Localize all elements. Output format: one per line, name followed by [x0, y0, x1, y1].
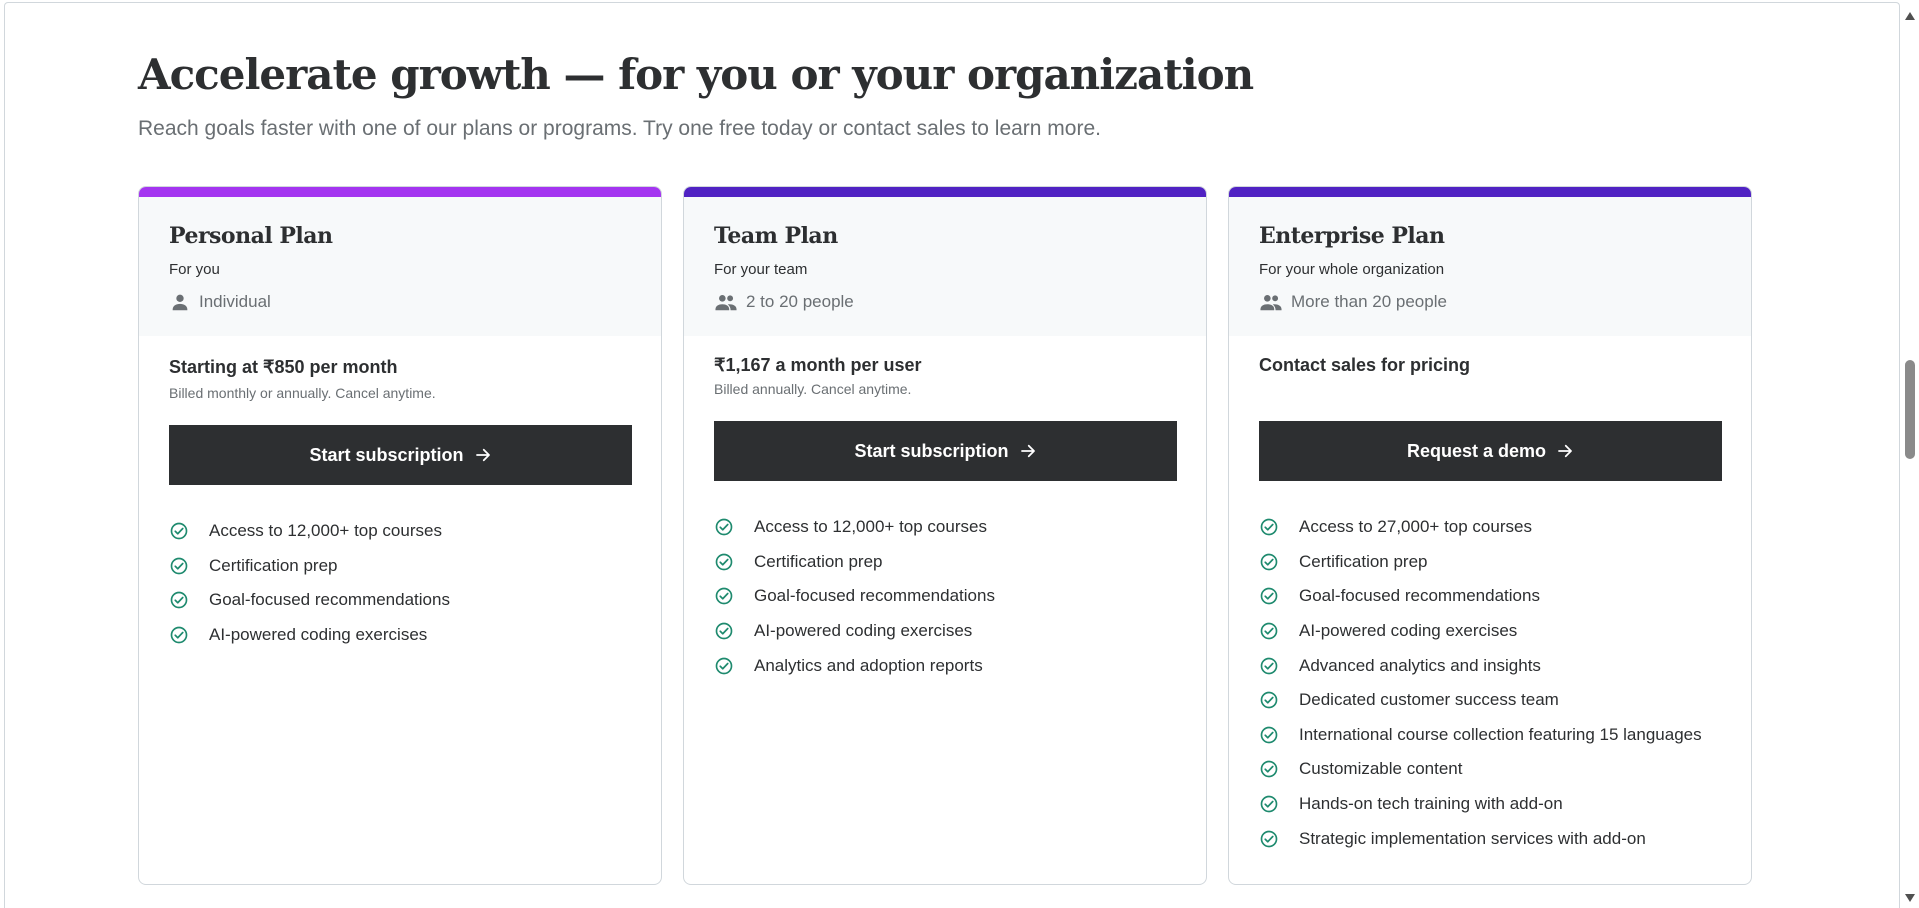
- scroll-up-arrow-icon[interactable]: [1905, 12, 1915, 20]
- start-subscription-button[interactable]: Start subscription: [169, 425, 632, 485]
- plan-audience-description: For your whole organization: [1259, 261, 1445, 278]
- feature-item: Strategic implementation services with a…: [1259, 821, 1702, 856]
- scrollbar-thumb[interactable]: [1905, 360, 1915, 459]
- page-scrollbar[interactable]: [1902, 0, 1919, 908]
- feature-item: Access to 27,000+ top courses: [1259, 510, 1702, 545]
- feature-item: Goal-focused recommendations: [169, 583, 450, 618]
- plan-header: Enterprise Plan For your whole organizat…: [1229, 197, 1751, 336]
- plan-audience-label: More than 20 people: [1291, 292, 1447, 311]
- request-demo-button[interactable]: Request a demo: [1259, 421, 1722, 481]
- feature-item: Goal-focused recommendations: [714, 579, 995, 614]
- feature-item: Analytics and adoption reports: [714, 648, 995, 683]
- feature-item: AI-powered coding exercises: [714, 614, 995, 649]
- people-icon: [715, 295, 737, 311]
- check-circle-icon: [1260, 553, 1278, 571]
- plan-price: Contact sales for pricing: [1259, 355, 1471, 375]
- plan-billing-note: Billed annually. Cancel anytime.: [714, 381, 912, 397]
- plan-accent-bar: [684, 187, 1206, 197]
- plan-price: Starting at ₹850 per month: [169, 357, 398, 377]
- feature-item: Access to 12,000+ top courses: [169, 514, 450, 549]
- check-circle-icon: [1260, 691, 1278, 709]
- plan-feature-list: Access to 12,000+ top courses Certificat…: [169, 514, 450, 652]
- plan-audience-label: 2 to 20 people: [746, 292, 854, 311]
- plan-card-enterprise: Enterprise Plan For your whole organizat…: [1228, 186, 1752, 885]
- plan-feature-list: Access to 12,000+ top courses Certificat…: [714, 510, 995, 683]
- section-subheading: Reach goals faster with one of our plans…: [138, 117, 1101, 140]
- feature-item: Certification prep: [1259, 545, 1702, 580]
- check-circle-icon: [170, 522, 188, 540]
- feature-item: Certification prep: [714, 545, 995, 580]
- plan-name: Personal Plan: [169, 223, 333, 249]
- arrow-right-icon: [1020, 444, 1035, 458]
- plan-price: ₹1,167 a month per user: [714, 355, 922, 375]
- check-circle-icon: [1260, 795, 1278, 813]
- start-subscription-button[interactable]: Start subscription: [714, 421, 1177, 481]
- plan-audience: Individual: [169, 291, 271, 313]
- feature-item: Customizable content: [1259, 752, 1702, 787]
- button-label: Start subscription: [854, 440, 1009, 461]
- plan-audience-description: For you: [169, 261, 220, 278]
- button-label: Start subscription: [309, 444, 464, 465]
- arrow-right-icon: [1558, 444, 1572, 458]
- check-circle-icon: [1260, 622, 1278, 640]
- scroll-down-arrow-icon[interactable]: [1905, 894, 1915, 902]
- check-circle-icon: [715, 553, 733, 571]
- check-circle-icon: [715, 588, 733, 605]
- plan-card-personal: Personal Plan For you Individual Startin…: [138, 186, 662, 885]
- check-circle-icon: [715, 518, 733, 536]
- feature-item: International course collection featurin…: [1259, 718, 1702, 753]
- check-circle-icon: [1260, 588, 1278, 605]
- check-circle-icon: [170, 592, 188, 609]
- check-circle-icon: [1260, 830, 1278, 847]
- feature-item: Advanced analytics and insights: [1259, 648, 1702, 683]
- feature-item: Dedicated customer success team: [1259, 683, 1702, 718]
- plan-header: Team Plan For your team 2 to 20 people: [684, 197, 1206, 336]
- check-circle-icon: [170, 626, 188, 644]
- plan-billing-note: Billed monthly or annually. Cancel anyti…: [169, 385, 436, 401]
- button-label: Request a demo: [1406, 440, 1547, 461]
- plan-feature-list: Access to 27,000+ top courses Certificat…: [1259, 510, 1702, 856]
- check-circle-icon: [1260, 518, 1278, 536]
- feature-item: Access to 12,000+ top courses: [714, 510, 995, 545]
- plan-accent-bar: [139, 187, 661, 197]
- plan-accent-bar: [1229, 187, 1751, 197]
- plan-name: Enterprise Plan: [1259, 223, 1445, 249]
- plan-audience-label: Individual: [199, 292, 271, 311]
- feature-item: Certification prep: [169, 549, 450, 584]
- plan-audience: 2 to 20 people: [714, 291, 854, 313]
- feature-item: Goal-focused recommendations: [1259, 579, 1702, 614]
- people-icon: [1260, 295, 1282, 311]
- feature-item: Hands-on tech training with add-on: [1259, 787, 1702, 822]
- section-heading: Accelerate growth — for you or your orga…: [138, 50, 1254, 99]
- check-circle-icon: [1260, 726, 1278, 744]
- check-circle-icon: [170, 557, 188, 575]
- plan-audience-description: For your team: [714, 261, 808, 278]
- plan-audience: More than 20 people: [1259, 291, 1447, 313]
- check-circle-icon: [715, 657, 733, 675]
- feature-item: AI-powered coding exercises: [1259, 614, 1702, 649]
- plan-card-team: Team Plan For your team 2 to 20 people ₹…: [683, 186, 1207, 885]
- check-circle-icon: [1260, 761, 1278, 778]
- check-circle-icon: [715, 622, 733, 640]
- feature-item: AI-powered coding exercises: [169, 618, 450, 653]
- plan-header: Personal Plan For you Individual: [139, 197, 661, 336]
- check-circle-icon: [1260, 657, 1278, 675]
- arrow-right-icon: [475, 448, 490, 462]
- person-icon: [172, 294, 188, 311]
- plan-name: Team Plan: [714, 223, 838, 249]
